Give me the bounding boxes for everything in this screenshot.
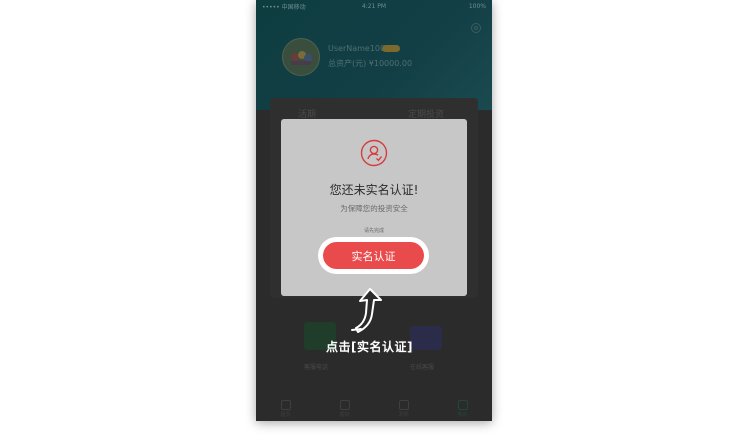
vip-badge [382,45,400,52]
avatar-image [291,51,312,65]
profile-header: ••••• 中国移动 4:21 PM 100% UserName100 总资产(… [256,0,492,110]
instruction-text: 点击[实名认证] [326,340,413,354]
tabbar-label: 首页 [280,412,291,418]
modal-subtitle: 为保障您的投资安全 [340,204,408,213]
gear-icon[interactable] [470,22,482,34]
chat-service-label: 在线客服 [410,364,435,371]
modal-title: 您还未实名认证! [329,183,419,197]
home-icon [280,400,291,410]
pointer-arrow-icon [351,288,382,333]
username: UserName100 [328,44,386,53]
verify-identity-button[interactable]: 实名认证 [323,242,424,269]
mine-icon [457,400,468,410]
avatar[interactable] [282,38,320,76]
status-bar: ••••• 中国移动 4:21 PM 100% [256,0,492,12]
battery-text: 100% [468,2,486,10]
user-verify-icon [360,139,388,167]
tabbar-label: 我的 [457,412,468,418]
bottom-tabbar: 首页 理财 发现 我的 [256,397,492,421]
tabbar-label: 理财 [339,412,350,418]
modal-hint: 请先完成 [363,228,384,234]
status-time: 4:21 PM [361,2,387,10]
tabbar-item-discover[interactable]: 发现 [384,400,424,418]
balance-text: 总资产(元) ¥10000.00 [328,59,413,68]
tabbar-label: 发现 [398,412,409,418]
invest-icon [339,400,350,410]
tabbar-item-mine[interactable]: 我的 [443,400,483,418]
chat-service-icon[interactable] [410,326,442,350]
tabbar-item-invest[interactable]: 理财 [325,400,365,418]
discover-icon [398,400,409,410]
phone-service-label: 客服电话 [304,364,329,371]
tabbar-item-home[interactable]: 首页 [266,400,306,418]
